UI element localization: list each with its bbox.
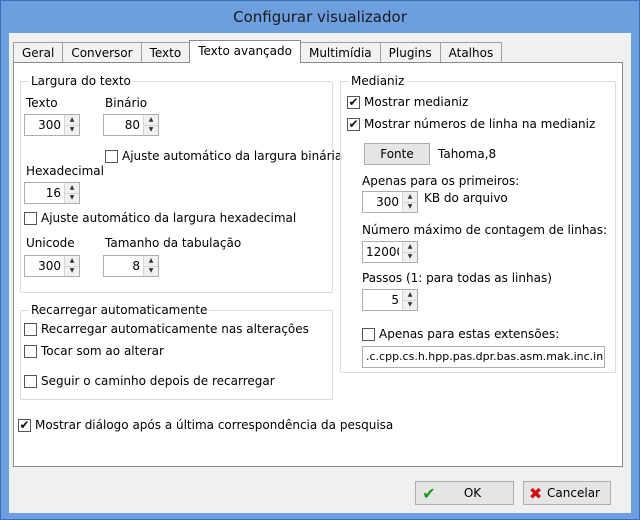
spin-up-icon[interactable]: ▲ bbox=[65, 115, 79, 126]
unicode-width-input[interactable] bbox=[25, 256, 64, 276]
show-gutter-label: Mostrar medianiz bbox=[364, 95, 469, 109]
spin-up-icon[interactable]: ▲ bbox=[403, 290, 417, 301]
first-kb-spinner[interactable]: ▲▼ bbox=[362, 191, 418, 213]
show-dialog-after-search-checkbox[interactable]: ✔ Mostrar diálogo após a última correspo… bbox=[18, 418, 393, 432]
tab-size-label: Tamanho da tabulação bbox=[105, 236, 242, 250]
hex-width-label: Hexadecimal bbox=[26, 164, 104, 178]
spin-down-icon[interactable]: ▼ bbox=[65, 266, 79, 276]
cancel-x-icon: ✖ bbox=[528, 483, 543, 503]
spin-up-icon[interactable]: ▲ bbox=[65, 256, 79, 267]
tab-texto[interactable]: Texto bbox=[140, 42, 191, 63]
tab-strip: Geral Conversor Texto Texto avançado Mul… bbox=[13, 40, 503, 63]
checkbox-icon bbox=[24, 374, 37, 388]
max-lines-input[interactable] bbox=[363, 242, 402, 262]
binary-width-label: Binário bbox=[105, 96, 148, 110]
auto-hex-width-checkbox[interactable]: Ajuste automático da largura hexadecimal bbox=[24, 211, 296, 225]
spin-up-icon[interactable]: ▲ bbox=[144, 256, 158, 267]
hex-width-input[interactable] bbox=[25, 183, 64, 203]
ok-button-label: OK bbox=[463, 486, 482, 500]
checkbox-icon bbox=[24, 322, 37, 336]
checkbox-icon: ✔ bbox=[347, 95, 360, 109]
show-line-numbers-checkbox[interactable]: ✔ Mostrar números de linha na medianiz bbox=[347, 117, 595, 131]
checkmark-icon: ✔ bbox=[422, 483, 436, 503]
follow-tail-checkbox[interactable]: Seguir o caminho depois de recarregar bbox=[24, 374, 275, 388]
spin-up-icon[interactable]: ▲ bbox=[65, 183, 79, 194]
steps-spinner[interactable]: ▲▼ bbox=[362, 289, 418, 311]
max-lines-label: Número máximo de contagem de linhas: bbox=[362, 223, 608, 237]
font-button[interactable]: Fonte bbox=[364, 143, 430, 165]
reload-on-change-checkbox[interactable]: Recarregar automaticamente nas alteraçõe… bbox=[24, 322, 309, 336]
text-width-group-title: Largura do texto bbox=[29, 74, 133, 88]
unicode-width-label: Unicode bbox=[26, 236, 75, 250]
max-lines-spinner[interactable]: ▲▼ bbox=[362, 241, 418, 263]
steps-label: Passos (1: para todas as linhas) bbox=[362, 271, 552, 285]
checkbox-icon bbox=[24, 211, 37, 225]
checkbox-icon bbox=[362, 327, 375, 341]
binary-width-input[interactable] bbox=[104, 115, 143, 135]
cancel-button-label: Cancelar bbox=[547, 486, 600, 500]
tab-texto-avancado[interactable]: Texto avançado bbox=[189, 40, 301, 63]
spin-down-icon[interactable]: ▼ bbox=[144, 266, 158, 276]
play-sound-label: Tocar som ao alterar bbox=[41, 344, 164, 358]
show-dialog-after-search-label: Mostrar diálogo após a última correspond… bbox=[35, 418, 394, 432]
checkbox-icon bbox=[105, 149, 118, 163]
tab-panel-texto-avancado: Largura do texto Texto ▲▼ Binário ▲▼ Aju… bbox=[13, 62, 623, 467]
dialog-window: Configurar visualizador Geral Conversor … bbox=[0, 0, 640, 520]
first-kb-suffix: KB do arquivo bbox=[424, 191, 508, 205]
hex-width-spinner[interactable]: ▲▼ bbox=[24, 182, 80, 204]
spin-down-icon[interactable]: ▼ bbox=[65, 193, 79, 203]
spin-down-icon[interactable]: ▼ bbox=[403, 202, 417, 212]
first-kb-label: Apenas para os primeiros: bbox=[362, 174, 520, 188]
spin-up-icon[interactable]: ▲ bbox=[403, 242, 417, 253]
checkbox-icon bbox=[24, 344, 37, 358]
checkbox-icon: ✔ bbox=[18, 418, 31, 432]
text-width-label: Texto bbox=[26, 96, 58, 110]
checkbox-icon: ✔ bbox=[347, 117, 360, 131]
extensions-only-checkbox[interactable]: Apenas para estas extensões: bbox=[362, 327, 559, 341]
spin-down-icon[interactable]: ▼ bbox=[403, 252, 417, 262]
follow-tail-label: Seguir o caminho depois de recarregar bbox=[41, 374, 275, 388]
auto-hex-width-label: Ajuste automático da largura hexadecimal bbox=[41, 211, 297, 225]
tab-conversor[interactable]: Conversor bbox=[62, 42, 142, 63]
reload-on-change-label: Recarregar automaticamente nas alteraçõe… bbox=[41, 322, 309, 336]
extensions-only-label: Apenas para estas extensões: bbox=[379, 327, 560, 341]
ok-button[interactable]: ✔ OK bbox=[415, 481, 514, 505]
cancel-button[interactable]: ✖ Cancelar bbox=[523, 481, 611, 505]
spin-down-icon[interactable]: ▼ bbox=[144, 125, 158, 135]
first-kb-input[interactable] bbox=[363, 192, 402, 212]
play-sound-checkbox[interactable]: Tocar som ao alterar bbox=[24, 344, 164, 358]
auto-binary-width-label: Ajuste automático da largura binária bbox=[122, 149, 343, 163]
auto-reload-group-title: Recarregar automaticamente bbox=[29, 303, 210, 317]
show-line-numbers-label: Mostrar números de linha na medianiz bbox=[364, 117, 596, 131]
text-width-input[interactable] bbox=[25, 115, 64, 135]
gutter-group-title: Medianiz bbox=[349, 74, 407, 88]
spin-down-icon[interactable]: ▼ bbox=[65, 125, 79, 135]
extensions-input[interactable]: .c.cpp.cs.h.hpp.pas.dpr.bas.asm.mak.inc.… bbox=[362, 346, 605, 368]
spin-up-icon[interactable]: ▲ bbox=[144, 115, 158, 126]
tab-plugins[interactable]: Plugins bbox=[379, 42, 441, 63]
window-title: Configurar visualizador bbox=[233, 8, 407, 26]
font-value: Tahoma,8 bbox=[438, 147, 497, 161]
unicode-width-spinner[interactable]: ▲▼ bbox=[24, 255, 80, 277]
tab-geral[interactable]: Geral bbox=[13, 42, 64, 63]
tab-size-input[interactable] bbox=[104, 256, 143, 276]
auto-binary-width-checkbox[interactable]: Ajuste automático da largura binária bbox=[105, 149, 342, 163]
tab-multimidia[interactable]: Multimídia bbox=[299, 42, 381, 63]
show-gutter-checkbox[interactable]: ✔ Mostrar medianiz bbox=[347, 95, 468, 109]
tab-size-spinner[interactable]: ▲▼ bbox=[103, 255, 159, 277]
text-width-spinner[interactable]: ▲▼ bbox=[24, 114, 80, 136]
steps-input[interactable] bbox=[363, 290, 402, 310]
binary-width-spinner[interactable]: ▲▼ bbox=[103, 114, 159, 136]
spin-up-icon[interactable]: ▲ bbox=[403, 192, 417, 203]
spin-down-icon[interactable]: ▼ bbox=[403, 300, 417, 310]
tab-atalhos[interactable]: Atalhos bbox=[439, 42, 503, 63]
